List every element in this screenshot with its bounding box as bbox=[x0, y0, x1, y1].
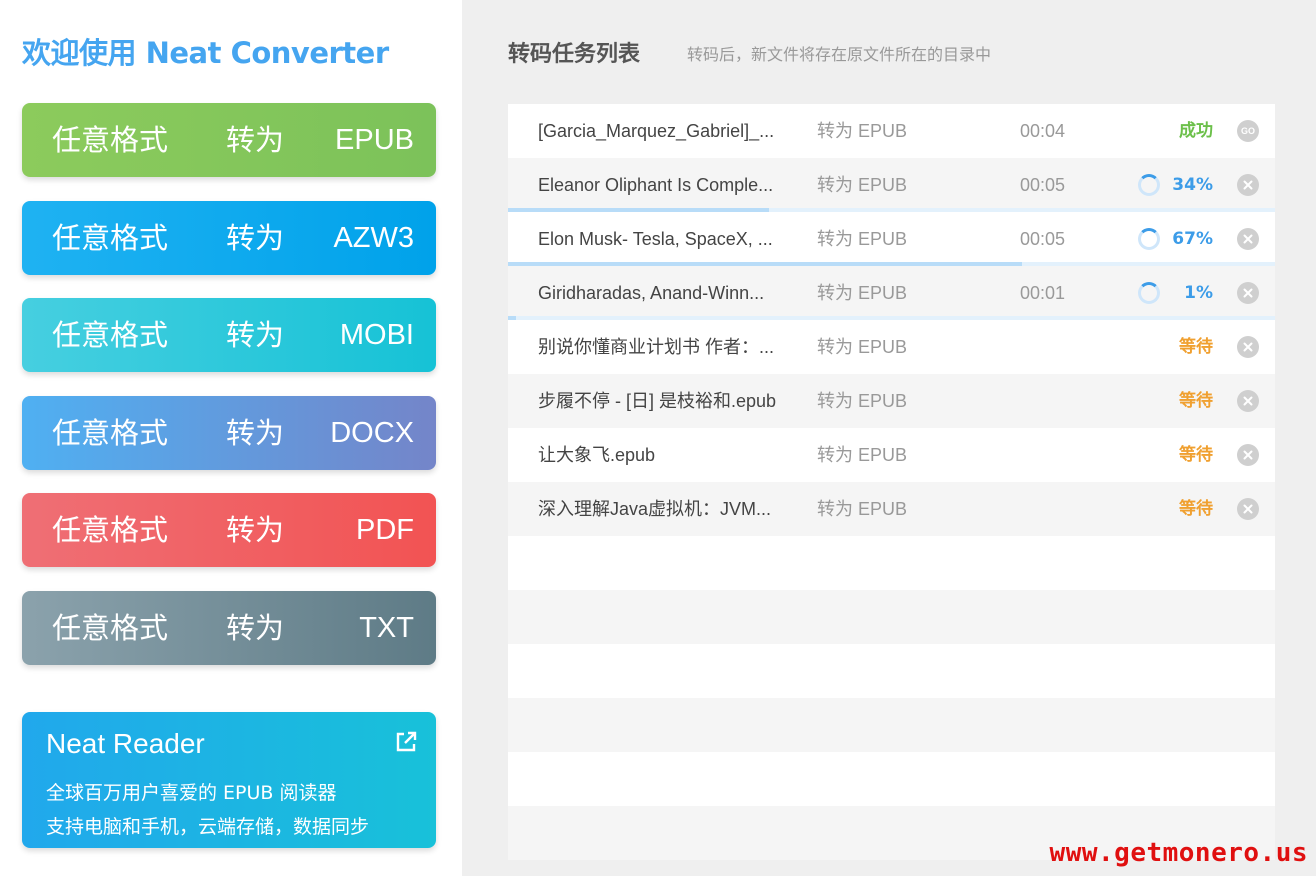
button-format-label: MOBI bbox=[339, 319, 414, 351]
sidebar: 欢迎使用 Neat Converter 任意格式 转为 EPUB 任意格式 转为… bbox=[0, 0, 462, 876]
task-target-format: 转为 EPUB bbox=[817, 337, 908, 357]
button-format-label: EPUB bbox=[335, 124, 414, 156]
task-status: 成功 bbox=[1179, 121, 1213, 141]
task-row: Giridharadas, Anand-Winn... 转为 EPUB 00:01 1… bbox=[508, 266, 1275, 320]
button-source-label: 任意格式 bbox=[52, 123, 169, 157]
button-source-label: 任意格式 bbox=[52, 416, 169, 450]
cancel-task-button[interactable] bbox=[1237, 174, 1259, 196]
task-target-format: 转为 EPUB bbox=[817, 175, 908, 195]
promo-line-2: 支持电脑和手机，云端存储，数据同步 bbox=[46, 816, 370, 838]
task-target-format: 转为 EPUB bbox=[817, 391, 908, 411]
task-row: 别说你懂商业计划书 作者：... 转为 EPUB 等待 bbox=[508, 320, 1275, 374]
button-verb-label: 转为 bbox=[226, 416, 285, 450]
task-target-format: 转为 EPUB bbox=[817, 229, 908, 249]
task-panel: 转码任务列表 转码后，新文件将存在原文件所在的目录中 [Garcia_Marqu… bbox=[462, 0, 1316, 876]
empty-row bbox=[508, 536, 1275, 590]
task-status: 67% bbox=[1172, 229, 1213, 249]
neat-reader-promo[interactable]: Neat Reader 全球百万用户喜爱的 EPUB 阅读器 支持电脑和手机，云… bbox=[22, 712, 436, 848]
button-format-label: TXT bbox=[359, 612, 414, 644]
convert-mobi-button[interactable]: 任意格式 转为 MOBI bbox=[22, 298, 436, 372]
task-file-name: 深入理解Java虚拟机：JVM... bbox=[538, 499, 772, 519]
task-elapsed-time: 00:05 bbox=[1020, 175, 1066, 195]
task-elapsed-time: 00:05 bbox=[1020, 229, 1066, 249]
task-file-name: 别说你懂商业计划书 作者：... bbox=[538, 337, 775, 357]
convert-txt-button[interactable]: 任意格式 转为 TXT bbox=[22, 591, 436, 665]
task-elapsed-time: 00:04 bbox=[1020, 121, 1066, 141]
go-label: GO bbox=[1240, 126, 1255, 136]
loading-spinner-icon bbox=[1138, 228, 1160, 250]
task-file-name: 步履不停 - [日] 是枝裕和.epub bbox=[538, 391, 777, 411]
task-target-format: 转为 EPUB bbox=[817, 121, 908, 141]
task-target-format: 转为 EPUB bbox=[817, 283, 908, 303]
task-target-format: 转为 EPUB bbox=[817, 445, 908, 465]
button-format-label: PDF bbox=[356, 514, 414, 546]
convert-epub-button[interactable]: 任意格式 转为 EPUB bbox=[22, 103, 436, 177]
promo-line-1: 全球百万用户喜爱的 EPUB 阅读器 bbox=[46, 782, 337, 804]
cancel-task-button[interactable] bbox=[1237, 444, 1259, 466]
button-format-label: DOCX bbox=[330, 417, 414, 449]
button-format-label: AZW3 bbox=[333, 222, 414, 254]
task-status: 34% bbox=[1172, 175, 1213, 195]
convert-azw3-button[interactable]: 任意格式 转为 AZW3 bbox=[22, 201, 436, 275]
cancel-task-button[interactable] bbox=[1237, 498, 1259, 520]
task-row: Eleanor Oliphant Is Comple... 转为 EPUB 00:0… bbox=[508, 158, 1275, 212]
convert-docx-button[interactable]: 任意格式 转为 DOCX bbox=[22, 396, 436, 470]
button-source-label: 任意格式 bbox=[52, 611, 169, 645]
button-verb-label: 转为 bbox=[226, 318, 285, 352]
loading-spinner-icon bbox=[1138, 282, 1160, 304]
task-row: 让大象飞.epub 转为 EPUB 等待 bbox=[508, 428, 1275, 482]
task-list-subtitle: 转码后，新文件将存在原文件所在的目录中 bbox=[687, 45, 992, 64]
task-status: 等待 bbox=[1179, 391, 1213, 411]
button-source-label: 任意格式 bbox=[52, 221, 169, 255]
cancel-task-button[interactable] bbox=[1237, 228, 1259, 250]
external-link-icon[interactable] bbox=[394, 730, 418, 754]
empty-row bbox=[508, 752, 1275, 806]
app-title: 欢迎使用 Neat Converter bbox=[22, 36, 389, 70]
task-status: 等待 bbox=[1179, 445, 1213, 465]
task-target-format: 转为 EPUB bbox=[817, 499, 908, 519]
task-file-name: Giridharadas, Anand-Winn... bbox=[538, 283, 765, 303]
button-source-label: 任意格式 bbox=[52, 318, 169, 352]
button-source-label: 任意格式 bbox=[52, 513, 169, 547]
task-file-name: Eleanor Oliphant Is Comple... bbox=[538, 175, 774, 195]
convert-pdf-button[interactable]: 任意格式 转为 PDF bbox=[22, 493, 436, 567]
promo-title: Neat Reader bbox=[46, 728, 205, 759]
task-table: [Garcia_Marquez_Gabriel]_... 转为 EPUB 00:04… bbox=[508, 104, 1275, 862]
empty-row bbox=[508, 590, 1275, 644]
task-file-name: 让大象飞.epub bbox=[538, 445, 656, 465]
task-list-title: 转码任务列表 bbox=[508, 42, 641, 67]
task-status: 等待 bbox=[1179, 337, 1213, 357]
task-status: 等待 bbox=[1179, 499, 1213, 519]
button-verb-label: 转为 bbox=[226, 123, 285, 157]
watermark: www.getmonero.us bbox=[1049, 838, 1308, 868]
loading-spinner-icon bbox=[1138, 174, 1160, 196]
empty-row bbox=[508, 644, 1275, 698]
cancel-task-button[interactable] bbox=[1237, 282, 1259, 304]
button-verb-label: 转为 bbox=[226, 611, 285, 645]
task-elapsed-time: 00:01 bbox=[1020, 283, 1066, 303]
empty-row bbox=[508, 698, 1275, 752]
open-result-button[interactable]: GO bbox=[1237, 120, 1259, 142]
task-file-name: Elon Musk- Tesla, SpaceX, ... bbox=[538, 229, 773, 249]
task-row: [Garcia_Marquez_Gabriel]_... 转为 EPUB 00:04… bbox=[508, 104, 1275, 158]
task-row: 深入理解Java虚拟机：JVM... 转为 EPUB 等待 bbox=[508, 482, 1275, 536]
cancel-task-button[interactable] bbox=[1237, 390, 1259, 412]
cancel-task-button[interactable] bbox=[1237, 336, 1259, 358]
task-row: Elon Musk- Tesla, SpaceX, ... 转为 EPUB 00:0… bbox=[508, 212, 1275, 266]
task-status: 1% bbox=[1184, 283, 1213, 303]
button-verb-label: 转为 bbox=[226, 513, 285, 547]
button-verb-label: 转为 bbox=[226, 221, 285, 255]
task-row: 步履不停 - [日] 是枝裕和.epub 转为 EPUB 等待 bbox=[508, 374, 1275, 428]
task-file-name: [Garcia_Marquez_Gabriel]_... bbox=[538, 121, 775, 141]
